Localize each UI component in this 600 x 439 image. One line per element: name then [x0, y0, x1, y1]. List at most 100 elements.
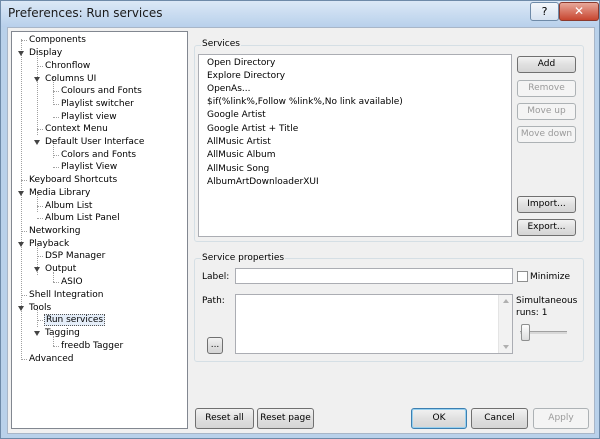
- window-title: Preferences: Run services: [8, 6, 163, 20]
- list-item[interactable]: AllMusic Song: [207, 163, 269, 176]
- tree-item-playlist-view[interactable]: Playlist view: [53, 111, 118, 123]
- path-field-label: Path:: [202, 296, 225, 306]
- list-item[interactable]: Open Directory: [207, 57, 275, 70]
- tree-item-label: Playback: [29, 239, 70, 249]
- collapse-icon[interactable]: [18, 242, 24, 247]
- tree-item-playlist-switcher[interactable]: Playlist switcher: [53, 98, 135, 110]
- scroll-up-icon[interactable]: [503, 299, 509, 303]
- list-item[interactable]: $if(%link%,Follow %link%,No link availab…: [207, 96, 403, 109]
- collapse-icon[interactable]: [34, 267, 40, 272]
- preferences-window: Preferences: Run services ? ✕ Components…: [0, 0, 600, 439]
- tree-item-display[interactable]: Display: [18, 47, 63, 59]
- close-button[interactable]: ✕: [559, 2, 599, 21]
- tree-item-label: Colors and Fonts: [61, 150, 137, 160]
- scroll-down-icon[interactable]: [503, 345, 509, 349]
- tree-item-context-menu[interactable]: Context Menu: [37, 123, 109, 135]
- path-scrollbar[interactable]: [498, 295, 512, 353]
- dialog-client: Components Display Chronflow Columns UI …: [7, 27, 595, 434]
- tree-item-label: Media Library: [29, 188, 91, 198]
- tree-item-default-user-interface[interactable]: Default User Interface: [34, 136, 145, 148]
- move-up-button[interactable]: Move up: [517, 103, 576, 120]
- list-item[interactable]: AlbumArtDownloaderXUI: [207, 176, 319, 189]
- browse-button[interactable]: ...: [207, 337, 223, 354]
- add-button[interactable]: Add: [517, 56, 576, 73]
- services-group-label: Services: [201, 39, 241, 49]
- reset-all-button[interactable]: Reset all: [195, 408, 254, 429]
- tree-item-label: Default User Interface: [45, 137, 145, 147]
- tree-item-label: Context Menu: [45, 124, 108, 134]
- tree-item-label: Components: [29, 35, 86, 45]
- label-field-label: Label:: [202, 272, 230, 282]
- help-button[interactable]: ?: [530, 2, 559, 21]
- tree-item-label: Advanced: [29, 354, 74, 364]
- collapse-icon[interactable]: [34, 140, 40, 145]
- preferences-tree[interactable]: Components Display Chronflow Columns UI …: [11, 31, 188, 429]
- tree-item-label: Run services: [44, 314, 106, 326]
- runs-slider-thumb[interactable]: [521, 324, 530, 341]
- tree-item-networking[interactable]: Networking: [21, 225, 82, 237]
- list-item[interactable]: Google Artist: [207, 109, 266, 122]
- tree-item-label: Album List Panel: [45, 213, 120, 223]
- tree-item-label: Album List: [45, 201, 93, 211]
- list-item[interactable]: Google Artist + Title: [207, 123, 298, 136]
- collapse-icon[interactable]: [18, 306, 24, 311]
- apply-button[interactable]: Apply: [533, 408, 589, 429]
- remove-button[interactable]: Remove: [517, 80, 576, 97]
- tree-item-columns-ui[interactable]: Columns UI: [34, 73, 97, 85]
- minimize-label: Minimize: [530, 272, 570, 282]
- services-list[interactable]: Open Directory Explore Directory OpenAs.…: [198, 54, 512, 237]
- tree-item-album-list-panel[interactable]: Album List Panel: [37, 212, 121, 224]
- collapse-icon[interactable]: [18, 51, 24, 56]
- tree-item-components[interactable]: Components: [21, 34, 87, 46]
- tree-item-output[interactable]: Output: [34, 263, 77, 275]
- tree-item-label: Playlist View: [61, 162, 118, 172]
- tree-item-run-services[interactable]: Run services: [37, 314, 106, 326]
- path-textarea[interactable]: [235, 294, 513, 354]
- tree-item-label: Tagging: [45, 328, 80, 338]
- tree-item-colors-and-fonts[interactable]: Colors and Fonts: [53, 149, 137, 161]
- title-bar[interactable]: Preferences: Run services ? ✕: [1, 1, 599, 27]
- tree-item-label: Tools: [29, 303, 52, 313]
- collapse-icon[interactable]: [18, 191, 24, 196]
- list-item[interactable]: Explore Directory: [207, 70, 285, 83]
- label-input[interactable]: [235, 268, 513, 284]
- tree-item-media-library[interactable]: Media Library: [18, 187, 91, 199]
- tree-item-label: Chronflow: [45, 61, 91, 71]
- collapse-icon[interactable]: [34, 331, 40, 336]
- tree-item-label: Output: [45, 264, 77, 274]
- export-button[interactable]: Export...: [517, 219, 576, 236]
- tree-item-freedb-tagger[interactable]: freedb Tagger: [53, 336, 124, 352]
- import-button[interactable]: Import...: [517, 196, 576, 213]
- tree-item-tagging[interactable]: Tagging: [34, 327, 81, 339]
- service-properties-group-label: Service properties: [201, 253, 286, 263]
- tree-line: [21, 39, 22, 360]
- tree-item-album-list[interactable]: Album List: [37, 200, 93, 212]
- list-item[interactable]: AllMusic Artist: [207, 136, 271, 149]
- tree-item-label: Playlist view: [61, 112, 117, 122]
- tree-item-label: Columns UI: [45, 74, 97, 84]
- collapse-icon[interactable]: [34, 77, 40, 82]
- tree-item-label: Keyboard Shortcuts: [29, 175, 118, 185]
- list-item[interactable]: AllMusic Album: [207, 149, 275, 162]
- tree-item-colours-and-fonts[interactable]: Colours and Fonts: [53, 85, 143, 97]
- ok-button[interactable]: OK: [411, 408, 467, 429]
- list-item[interactable]: OpenAs...: [207, 83, 250, 96]
- tree-item-keyboard-shortcuts[interactable]: Keyboard Shortcuts: [21, 174, 118, 186]
- tree-item-chronflow[interactable]: Chronflow: [37, 60, 91, 72]
- tree-item-advanced[interactable]: Advanced: [21, 353, 74, 365]
- tree-item-label: Playlist switcher: [61, 99, 134, 109]
- tree-item-asio[interactable]: ASIO: [53, 272, 84, 288]
- tree-item-label: Networking: [29, 226, 81, 236]
- move-down-button[interactable]: Move down: [517, 126, 576, 143]
- tree-item-playlist-view-dui[interactable]: Playlist View: [53, 161, 118, 173]
- tree-item-tools[interactable]: Tools: [18, 302, 52, 314]
- reset-page-button[interactable]: Reset page: [257, 408, 314, 429]
- tree-item-label: Shell Integration: [29, 290, 104, 300]
- tree-item-playback[interactable]: Playback: [18, 238, 70, 250]
- tree-item-label: freedb Tagger: [61, 341, 124, 351]
- tree-item-label: Colours and Fonts: [61, 86, 142, 96]
- tree-item-shell-integration[interactable]: Shell Integration: [21, 289, 104, 301]
- tree-item-dsp-manager[interactable]: DSP Manager: [37, 250, 106, 262]
- minimize-checkbox[interactable]: [517, 271, 528, 282]
- cancel-button[interactable]: Cancel: [471, 408, 528, 429]
